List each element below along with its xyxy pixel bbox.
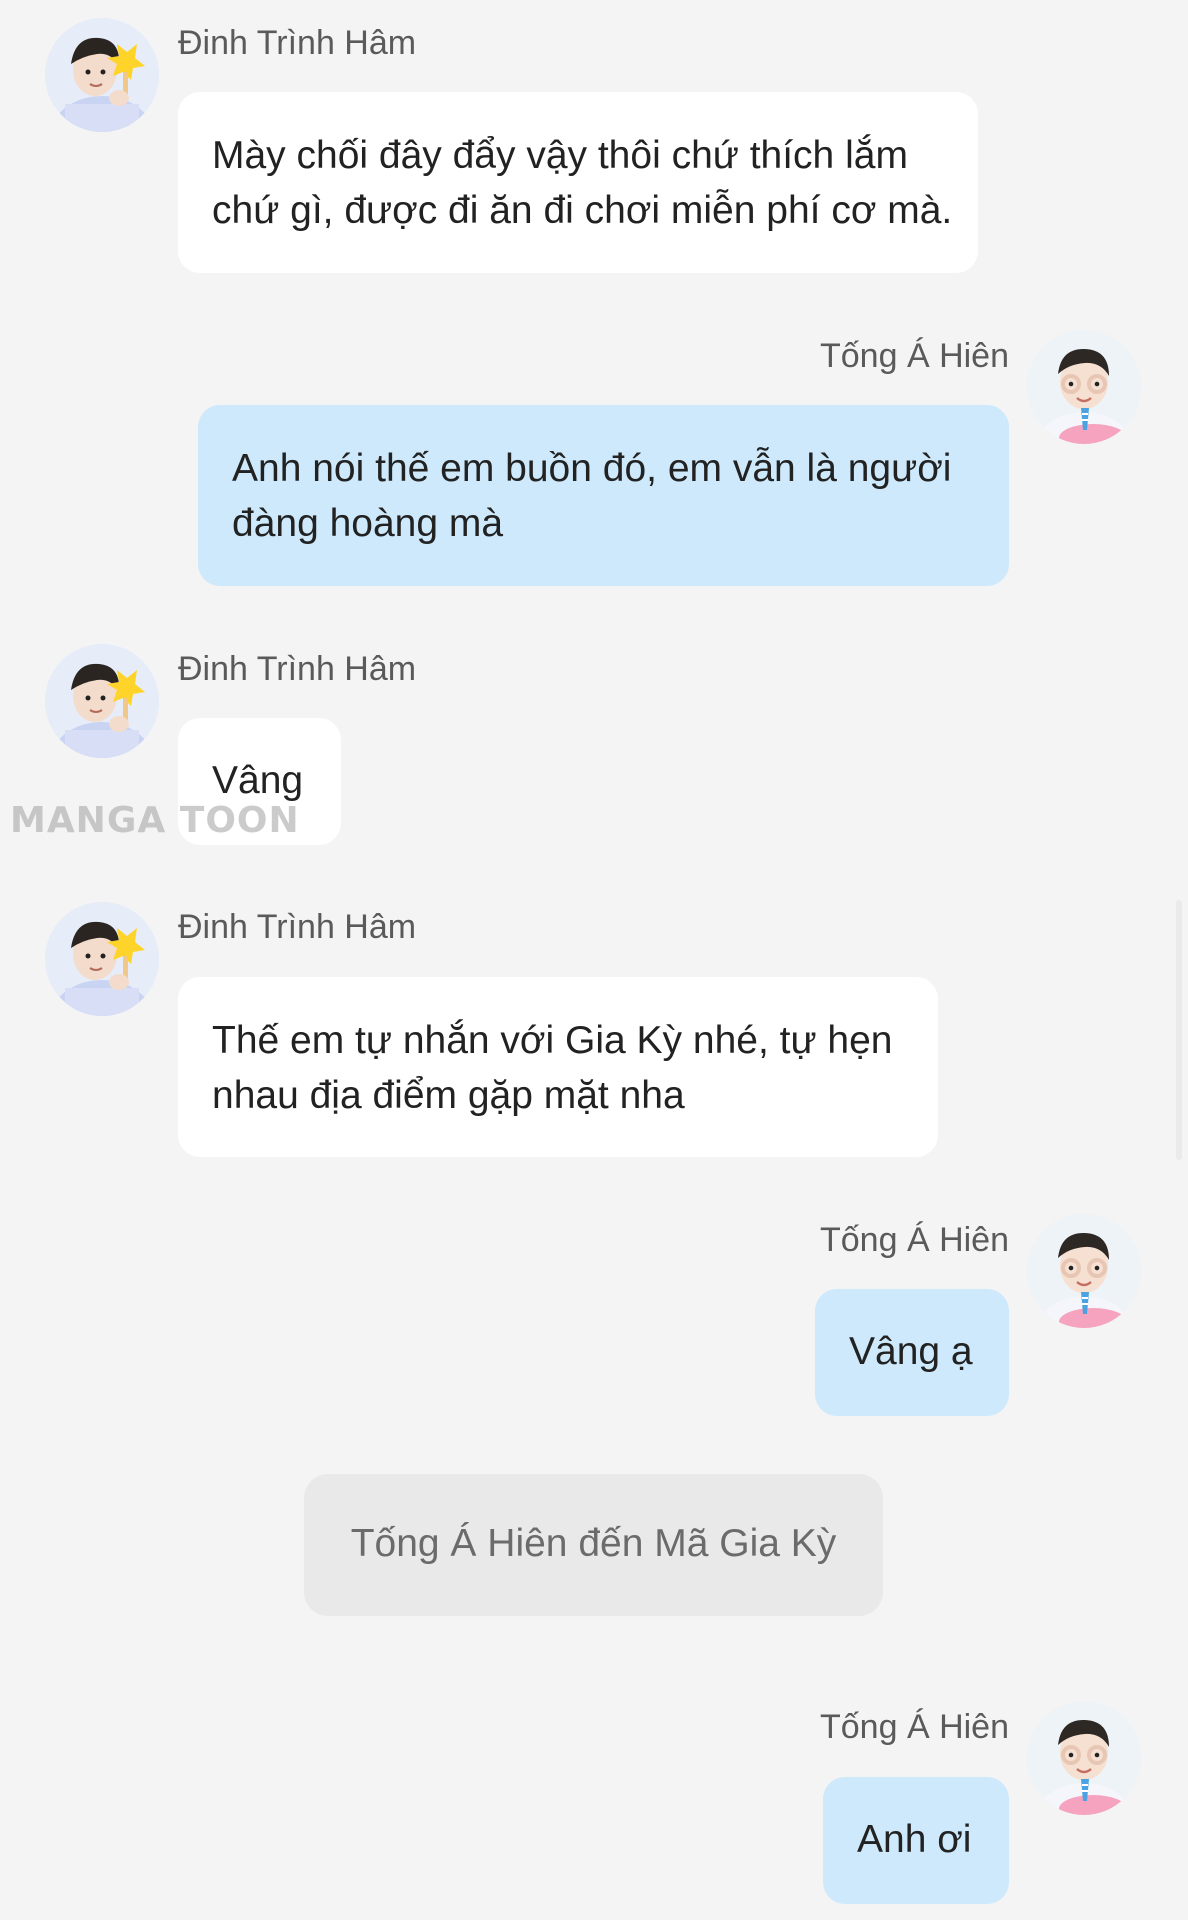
avatar-dinh[interactable] [45, 18, 159, 132]
avatar-photo-icon [45, 18, 159, 132]
sender-name: Đinh Trình Hâm [178, 24, 417, 62]
avatar-tong[interactable] [1027, 1701, 1141, 1815]
system-message: Tống Á Hiên đến Mã Gia Kỳ [304, 1474, 883, 1616]
message-bubble[interactable]: Anh ơi [823, 1777, 1009, 1904]
avatar-tong[interactable] [1027, 330, 1141, 444]
sender-name: Đinh Trình Hâm [178, 650, 417, 688]
message-bubble[interactable]: Thế em tự nhắn với Gia Kỳ nhé, tự hẹn nh… [178, 977, 938, 1157]
sender-name: Tống Á Hiên [820, 1221, 1009, 1259]
message-bubble[interactable]: Vâng ạ [815, 1289, 1009, 1416]
message-text: nhau địa điểm gặp mặt nha [212, 1074, 685, 1117]
message-text: đàng hoàng mà [232, 502, 504, 545]
message-bubble[interactable]: Anh nói thế em buồn đó, em vẫn là người … [198, 405, 1009, 586]
avatar-photo-icon [1027, 1701, 1141, 1815]
message-text: Anh nói thế em buồn đó, em vẫn là người [232, 447, 952, 490]
message-text: Thế em tự nhắn với Gia Kỳ nhé, tự hẹn [212, 1019, 893, 1062]
avatar-tong[interactable] [1027, 1214, 1141, 1328]
avatar-photo-icon [45, 644, 159, 758]
avatar-photo-icon [45, 902, 159, 1016]
message-bubble[interactable]: Mày chối đây đẩy vậy thôi chứ thích lắm … [178, 92, 978, 273]
message-text: Anh ơi [857, 1818, 972, 1861]
avatar-dinh[interactable] [45, 902, 159, 1016]
message-text: Mày chối đây đẩy vậy thôi chứ thích lắm [212, 134, 908, 177]
avatar-photo-icon [1027, 330, 1141, 444]
sender-name: Đinh Trình Hâm [178, 908, 417, 946]
watermark: MANGA TOON [10, 800, 300, 841]
message-text: chứ gì, được đi ăn đi chơi miễn phí cơ m… [212, 189, 953, 232]
avatar-dinh[interactable] [45, 644, 159, 758]
message-text: Vâng ạ [849, 1330, 973, 1373]
sender-name: Tống Á Hiên [820, 1708, 1009, 1746]
sender-name: Tống Á Hiên [820, 337, 1009, 375]
avatar-photo-icon [1027, 1214, 1141, 1328]
scrollbar[interactable] [1176, 900, 1182, 1160]
